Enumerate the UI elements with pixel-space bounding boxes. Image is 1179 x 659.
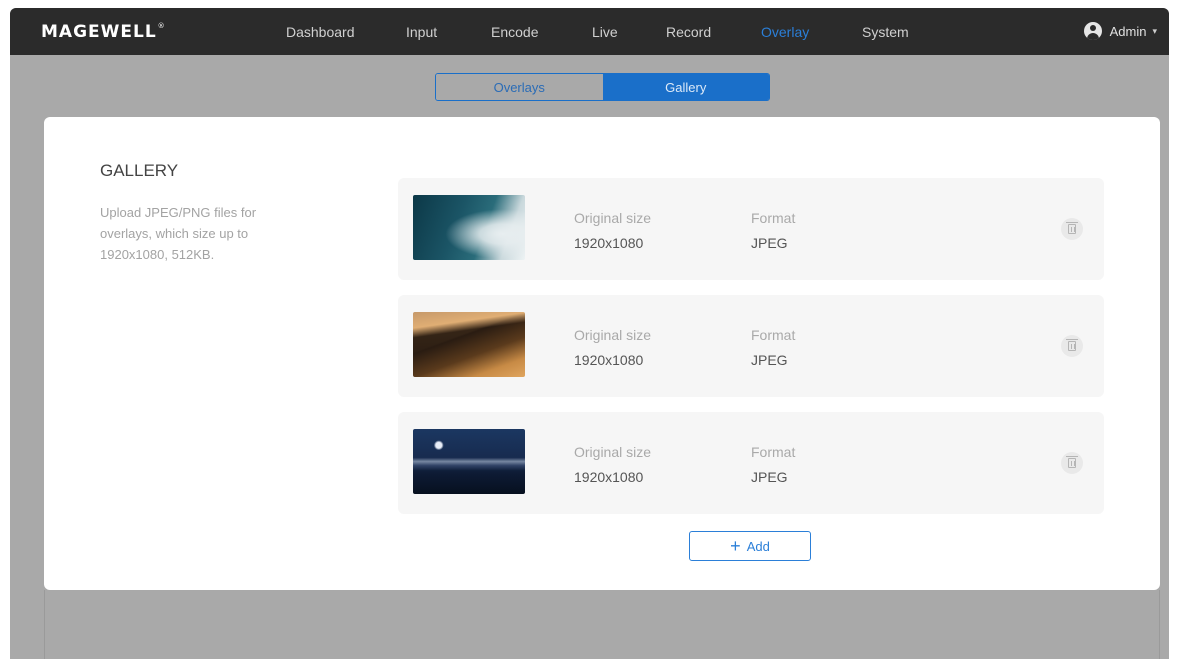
user-menu[interactable]: Admin ▾ (1083, 22, 1157, 40)
nav-item-overlay[interactable]: Overlay (761, 24, 809, 40)
original-size-label: Original size (574, 327, 652, 343)
lower-panel (44, 590, 1160, 659)
format-label: Format (751, 327, 796, 343)
overlay-tabs: Overlays Gallery (435, 73, 770, 101)
gallery-item: Original size 1920x1080 Format JPEG (398, 178, 1104, 280)
nav-item-input[interactable]: Input (406, 24, 437, 40)
original-size-label: Original size (574, 210, 652, 226)
thumbnail-image (413, 429, 525, 494)
magewell-logo: MAGEWELL® (41, 22, 166, 42)
delete-button[interactable] (1061, 218, 1083, 240)
gallery-item: Original size 1920x1080 Format JPEG (398, 412, 1104, 514)
format-label: Format (751, 444, 796, 460)
nav-item-record[interactable]: Record (666, 24, 711, 40)
original-size-value: 1920x1080 (574, 469, 644, 485)
nav-item-live[interactable]: Live (592, 24, 618, 40)
delete-button[interactable] (1061, 452, 1083, 474)
format-value: JPEG (751, 235, 788, 251)
format-value: JPEG (751, 352, 788, 368)
thumbnail-image (413, 312, 525, 377)
trash-icon (1066, 339, 1078, 351)
nav-item-dashboard[interactable]: Dashboard (286, 24, 355, 40)
user-name: Admin (1109, 23, 1147, 39)
tab-overlays[interactable]: Overlays (436, 74, 603, 100)
nav-item-encode[interactable]: Encode (491, 24, 538, 40)
delete-button[interactable] (1061, 335, 1083, 357)
original-size-value: 1920x1080 (574, 235, 644, 251)
original-size-value: 1920x1080 (574, 352, 644, 368)
gallery-title: GALLERY (100, 161, 179, 180)
caret-down-icon: ▾ (1152, 25, 1157, 36)
add-button[interactable]: + Add (689, 531, 811, 561)
trash-icon (1066, 456, 1078, 468)
original-size-label: Original size (574, 444, 652, 460)
trash-icon (1066, 222, 1078, 234)
format-label: Format (751, 210, 796, 226)
gallery-card: GALLERY Upload JPEG/PNG files for overla… (44, 117, 1160, 590)
tab-gallery[interactable]: Gallery (602, 74, 769, 100)
gallery-description: Upload JPEG/PNG files for overlays, whic… (100, 205, 257, 262)
thumbnail-image (413, 195, 525, 260)
user-avatar-icon (1083, 22, 1102, 40)
top-navigation-bar: MAGEWELL® Dashboard Input Encode Live Re… (10, 8, 1169, 55)
nav-item-system[interactable]: System (862, 24, 909, 40)
add-button-label: Add (746, 538, 770, 554)
plus-icon: + (730, 536, 741, 556)
gallery-item: Original size 1920x1080 Format JPEG (398, 295, 1104, 397)
app-window: MAGEWELL® Dashboard Input Encode Live Re… (10, 8, 1169, 659)
format-value: JPEG (751, 469, 788, 485)
